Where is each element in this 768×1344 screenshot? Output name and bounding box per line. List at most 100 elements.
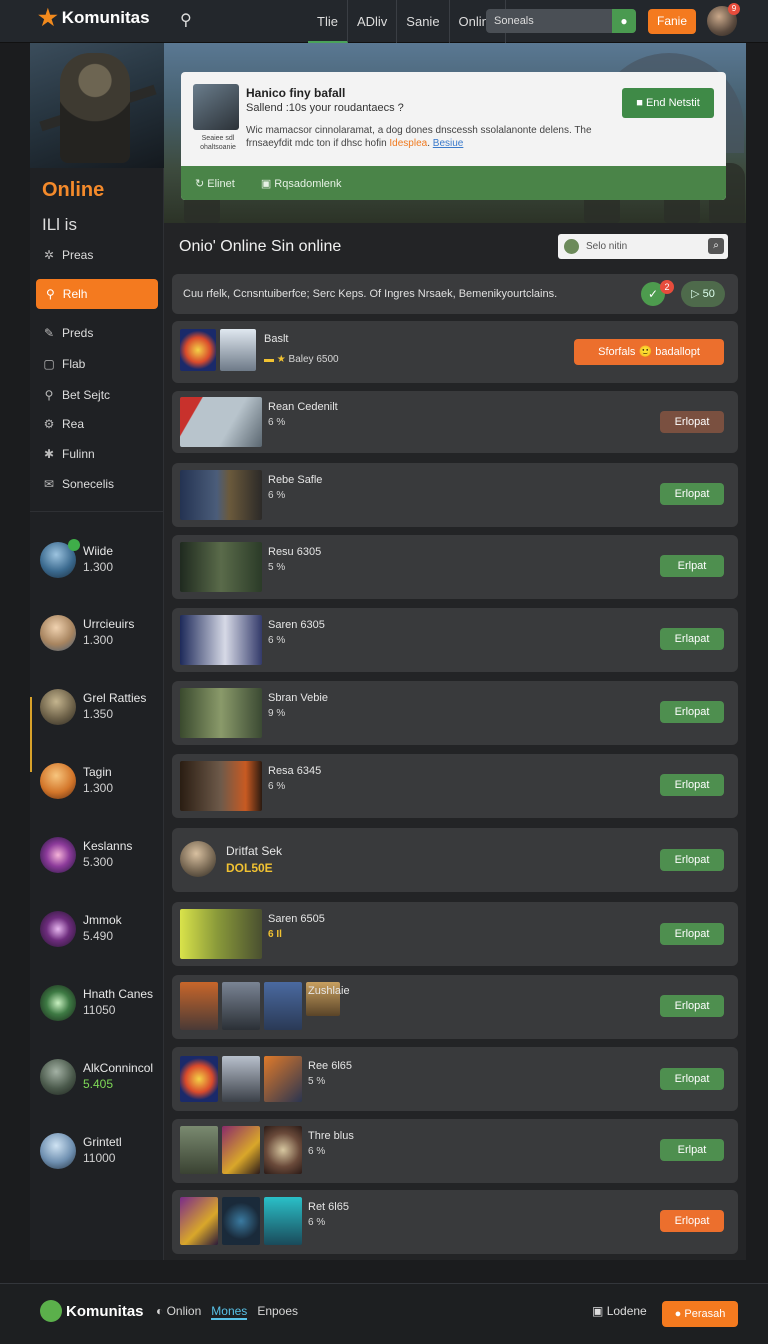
game-thumbnail xyxy=(180,615,262,665)
footer-contact[interactable]: ▣ Lodene xyxy=(592,1304,647,1318)
row-action-button[interactable]: Erlpat xyxy=(660,555,724,577)
player-score: 11000 xyxy=(83,1151,116,1165)
row-action-button[interactable]: Erlopat xyxy=(660,995,724,1017)
footer-action-2[interactable]: ▣ Rqsadomlenk xyxy=(261,177,342,190)
search-go-icon[interactable]: ● xyxy=(612,9,636,33)
sidebar-item-rea[interactable]: ⚙ Rea xyxy=(42,413,84,435)
list-item[interactable]: Saren 6505 6 Il Erlopat xyxy=(172,902,738,966)
chat-icon: ✉ xyxy=(43,477,55,491)
row-action-button[interactable]: Erlopat xyxy=(660,701,724,723)
row-title: Resu 6305 xyxy=(268,546,322,558)
search-icon[interactable]: ⌕ xyxy=(708,238,724,254)
top-navbar: ★ Komunitas ⚲ Tlie ADliv Sanie Online So… xyxy=(0,0,768,43)
sidebar-item-bet[interactable]: ⚲ Bet Sejtc xyxy=(42,384,110,406)
section-search-input[interactable]: Selo nitin ⌕ xyxy=(558,234,728,259)
nav-tab-3[interactable]: Sanie xyxy=(397,0,450,43)
notice-badge: 2 xyxy=(660,280,674,294)
player-item[interactable]: Jmmok 5.490 xyxy=(40,909,160,949)
player-name: Keslanns xyxy=(83,839,133,853)
game-thumbnail xyxy=(180,1126,218,1174)
brand-logo[interactable]: ★ Komunitas xyxy=(38,7,150,29)
footer-link-1[interactable]: ◐ Onlion xyxy=(156,1304,201,1320)
list-item[interactable]: Dritfat Sek DOL50E Erlopat xyxy=(172,828,738,892)
row-title: Saren 6305 xyxy=(268,619,325,631)
footer-contact-label: Lodene xyxy=(606,1304,647,1318)
sidebar-item-preds[interactable]: ✎ Preds xyxy=(42,322,93,344)
footer-action-1[interactable]: ↻ Elinet xyxy=(195,177,235,190)
row-action-button[interactable]: Erlopat xyxy=(660,849,724,871)
row-action-button[interactable]: Erlapat xyxy=(660,628,724,650)
top-cta-button[interactable]: Fanie xyxy=(648,9,696,34)
list-item[interactable]: Resa 6345 6 % Erlopat xyxy=(172,754,738,818)
row-subtitle: ▬ ★ Baley 6500 xyxy=(264,354,339,365)
footer-logo[interactable]: Komunitas xyxy=(40,1300,144,1322)
notice-text: Cuu rfelk, Ccnsntuiberfce; Serc Keps. Of… xyxy=(183,288,558,300)
footer-bar: Komunitas ◐ Onlion Mones Enpoes ▣ Lodene… xyxy=(0,1283,768,1344)
square-icon: ▢ xyxy=(43,357,55,371)
player-name: Wiide xyxy=(83,544,114,558)
nav-tab-2[interactable]: ADliv xyxy=(348,0,398,43)
end-button[interactable]: ■ End Netstit xyxy=(622,88,714,118)
section-search-text: Selo nitin xyxy=(586,241,628,252)
player-score: 5.490 xyxy=(83,929,114,943)
player-avatar xyxy=(40,615,76,651)
list-item[interactable]: Baslt ▬ ★ Baley 6500 Sforfals 🙂 badallop… xyxy=(172,321,738,383)
list-item[interactable]: Rebe Safle 6 % Erlopat xyxy=(172,463,738,527)
announcement-footer: ↻ Elinet ▣ Rqsadomlenk xyxy=(181,166,726,200)
player-item[interactable]: Tagin 1.300 xyxy=(40,761,160,801)
sidebar-scroll-indicator[interactable] xyxy=(30,697,32,772)
game-thumbnail xyxy=(222,1056,260,1102)
player-item[interactable]: AlkConnincol 5.405 xyxy=(40,1057,160,1097)
row-action-button[interactable]: Erlopat xyxy=(660,483,724,505)
row-action-button[interactable]: Erlopat xyxy=(660,923,724,945)
footer-link-2[interactable]: Mones xyxy=(211,1304,248,1320)
player-item[interactable]: Wiide 1.300 xyxy=(40,539,160,580)
player-item[interactable]: Grintetl 11000 xyxy=(40,1131,160,1171)
top-search-input[interactable]: Soneals ● xyxy=(486,9,636,33)
nav-tab-1[interactable]: Tlie xyxy=(308,0,348,43)
sidebar-item-label: Preds xyxy=(62,326,94,340)
sidebar-item-preas[interactable]: ✲ Preas xyxy=(42,244,93,266)
footer-action-label: Rqsadomlenk xyxy=(274,177,342,190)
row-action-button[interactable]: Erlopat xyxy=(660,774,724,796)
row-thumbnails xyxy=(180,329,256,371)
list-item[interactable]: Resu 6305 5 % Erlpat xyxy=(172,535,738,599)
player-score: 5.405 xyxy=(83,1077,114,1091)
list-item[interactable]: Saren 6305 6 % Erlapat xyxy=(172,608,738,672)
search-icon[interactable]: ⚲ xyxy=(180,10,200,30)
player-name: AlkConnincol xyxy=(83,1061,154,1075)
list-item[interactable]: Thre blus 6 % Erlpat xyxy=(172,1119,738,1183)
row-action-button[interactable]: Erlopat xyxy=(660,1210,724,1232)
player-avatar xyxy=(40,763,76,799)
nav-tabs: Tlie ADliv Sanie Online xyxy=(308,0,507,43)
sidebar-item-flab[interactable]: ▢ Flab xyxy=(42,353,85,375)
chat-icon: ● xyxy=(674,1308,682,1320)
user-avatar[interactable]: 9 xyxy=(707,3,740,36)
game-thumbnail xyxy=(180,1197,218,1245)
list-item[interactable]: Rean Cedenilt 6 % Erlopat xyxy=(172,391,738,453)
list-item[interactable]: Ree 6l65 5 % Erlopat xyxy=(172,1047,738,1111)
row-title: Resa 6345 xyxy=(268,765,322,777)
row-action-button[interactable]: Erlopat xyxy=(660,411,724,433)
row-action-button[interactable]: Erlpat xyxy=(660,1139,724,1161)
footer-cta-button[interactable]: ● Perasah xyxy=(662,1301,738,1327)
player-item[interactable]: Keslanns 5.300 xyxy=(40,835,160,875)
play-count-pill[interactable]: ▷ 50 xyxy=(681,281,725,307)
row-action-button[interactable]: Sforfals 🙂 badallopt xyxy=(574,339,724,365)
player-item[interactable]: Hnath Canes 11050 xyxy=(40,983,160,1023)
sidebar-item-fulinn[interactable]: ✱ Fulinn xyxy=(42,443,95,465)
sidebar-item-sonecelis[interactable]: ✉ Sonecelis xyxy=(42,473,114,495)
list-item[interactable]: Sbran Vebie 9 % Erlopat xyxy=(172,681,738,745)
footer-link-3[interactable]: Enpoes xyxy=(257,1304,298,1320)
game-thumbnail xyxy=(222,1126,260,1174)
player-item[interactable]: Grel Ratties 1.350 xyxy=(40,687,160,727)
player-item[interactable]: Urrcieuirs 1.300 xyxy=(40,613,160,653)
row-thumbnails xyxy=(180,1197,302,1245)
list-item[interactable]: Zushlaie Erlopat xyxy=(172,975,738,1039)
sidebar-item-active[interactable]: ⚲ Relh xyxy=(36,279,158,309)
row-action-button[interactable]: Erlopat xyxy=(660,1068,724,1090)
row-thumbnails xyxy=(180,542,262,592)
announcement-link[interactable]: Besiue xyxy=(433,138,464,149)
sidebar-item-label: Relh xyxy=(62,287,88,301)
list-item[interactable]: Ret 6l65 6 % Erlopat xyxy=(172,1190,738,1254)
